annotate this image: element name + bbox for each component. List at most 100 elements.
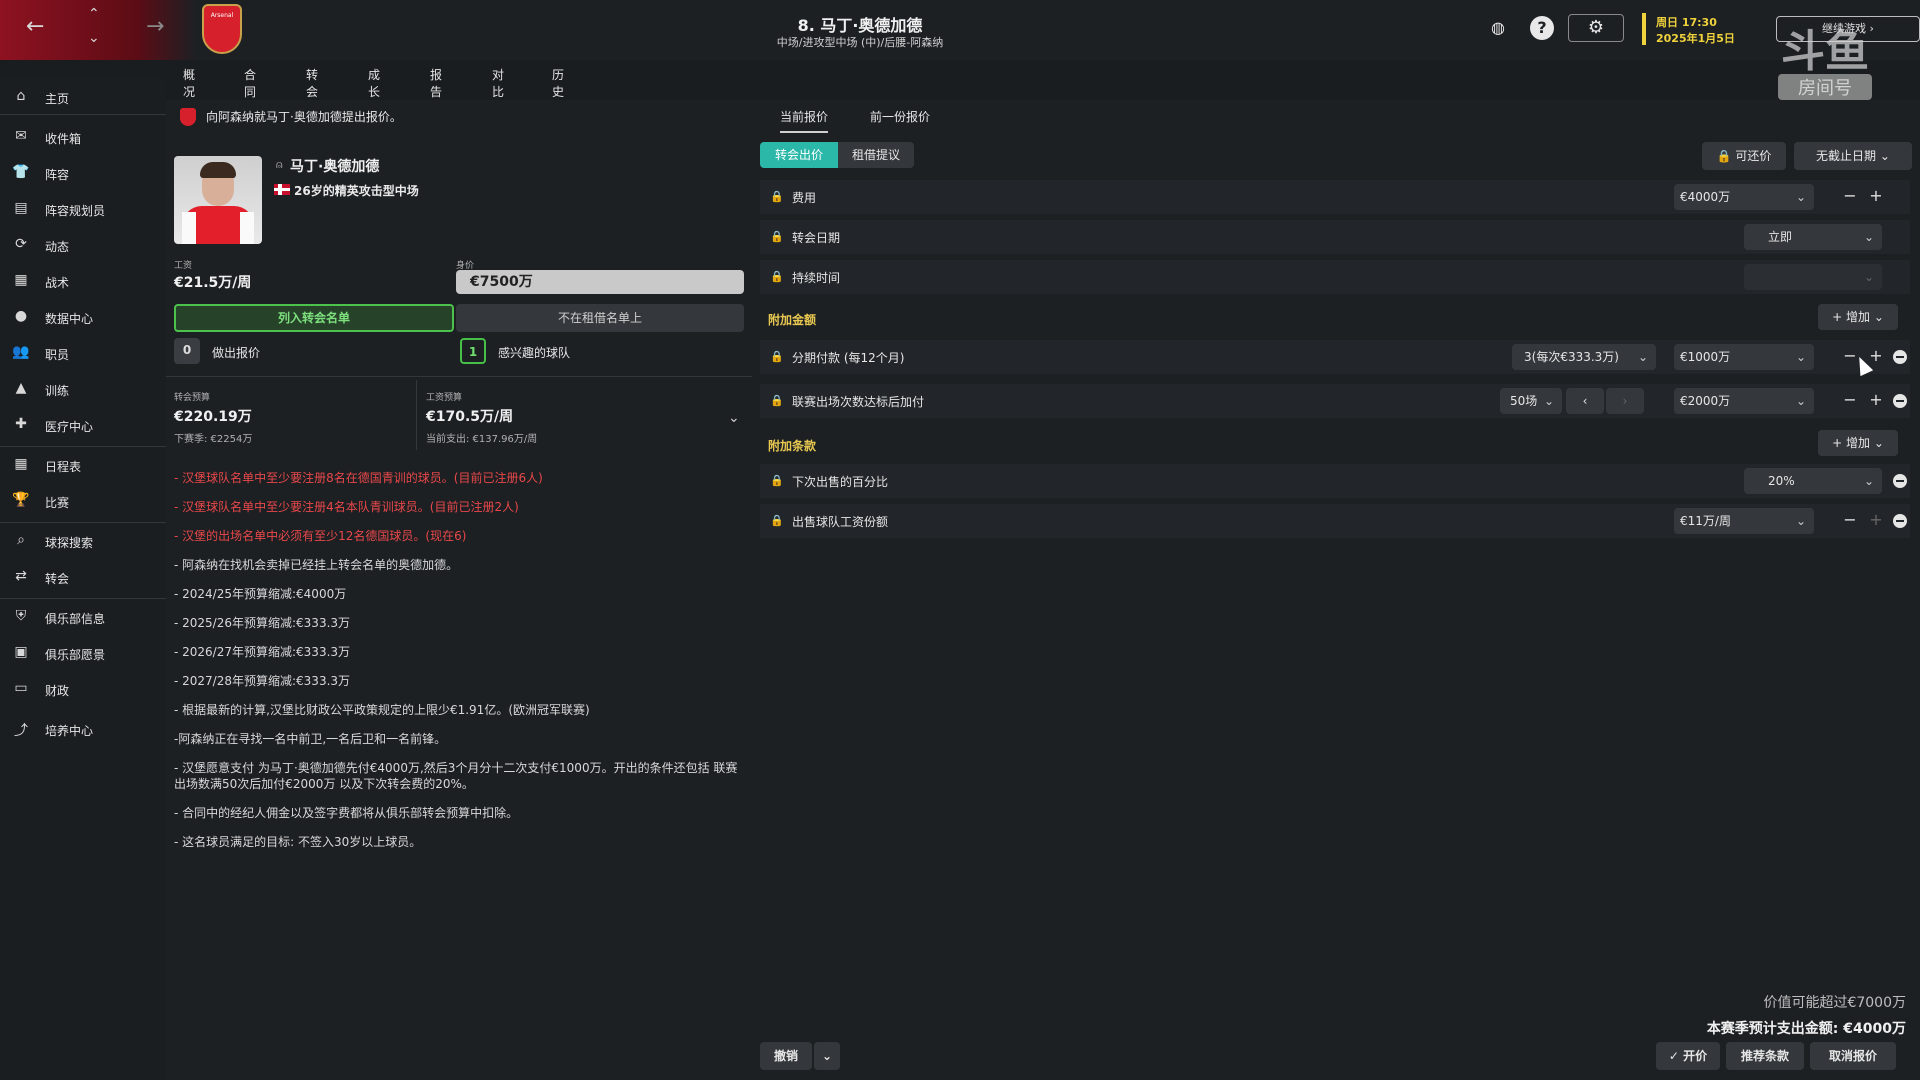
value-note: 价值可能超过€7000万 <box>1763 995 1906 1011</box>
undo-button[interactable]: 撤销 <box>760 1042 812 1070</box>
wage-share-dropdown[interactable]: €11万/周 ⌄ <box>1674 508 1814 534</box>
sell-on-label: 下次出售的百分比 <box>792 475 889 489</box>
watermark-room-label: 房间号 <box>1778 74 1872 100</box>
sidebar-item-club-info[interactable]: ⛨ 俱乐部信息 <box>0 600 166 634</box>
undo-dropdown-button[interactable]: ⌄ <box>814 1042 840 1070</box>
remove-icon[interactable] <box>1893 350 1907 364</box>
installments-count-dropdown[interactable]: 3(每次€333.3万) ⌄ <box>1512 344 1656 370</box>
interested-label[interactable]: 感兴趣的球队 <box>498 344 570 361</box>
sidebar-item-competitions[interactable]: 🏆 比赛 <box>0 484 166 518</box>
appearances-value-dropdown[interactable]: €2000万 ⌄ <box>1674 388 1814 414</box>
norway-flag-icon <box>274 184 290 195</box>
settings-gear-icon[interactable]: ⚙ <box>1568 14 1624 42</box>
installments-value-dropdown[interactable]: €1000万 ⌄ <box>1674 344 1814 370</box>
sidebar-item-tactics[interactable]: ▦ 战术 <box>0 264 166 298</box>
plus-button[interactable]: + <box>1868 390 1884 410</box>
sidebar-item-squad[interactable]: 👕 阵容 <box>0 156 166 190</box>
sidebar-item-schedule[interactable]: ▦ 日程表 <box>0 448 166 482</box>
money-icon: ▭ <box>14 680 28 696</box>
duration-label: 持续时间 <box>792 271 841 285</box>
offers-label[interactable]: 做出报价 <box>212 344 260 361</box>
next-arrow-button[interactable]: › <box>1606 388 1644 414</box>
player-value-box: €7500万 <box>456 270 744 294</box>
sidebar-item-data-hub[interactable]: ● 数据中心 <box>0 300 166 334</box>
minus-button[interactable]: − <box>1842 186 1858 206</box>
fee-dropdown[interactable]: €4000万 ⌄ <box>1674 184 1814 210</box>
lock-icon: 🔒 <box>770 270 784 283</box>
sidebar-item-medical[interactable]: ✚ 医疗中心 <box>0 408 166 442</box>
sidebar-item-squad-planner[interactable]: ▤ 阵容规划员 <box>0 192 166 226</box>
club-badge[interactable]: Arsenal <box>202 4 242 54</box>
transfer-list-button[interactable]: 列入转会名单 <box>174 304 454 332</box>
add-clause-button[interactable]: + 增加 ⌄ <box>1818 430 1898 456</box>
chevron-down-icon: ⌄ <box>1795 514 1806 528</box>
transfer-date-dropdown[interactable]: 立即 ⌄ <box>1744 224 1882 250</box>
sidebar-item-transfers[interactable]: ⇄ 转会 <box>0 560 166 594</box>
duration-dropdown[interactable]: ⌄ <box>1744 264 1882 290</box>
club-crest-icon <box>180 108 196 126</box>
appearances-label: 联赛出场次数达标后加付 <box>792 395 925 409</box>
duration-row: 🔒 持续时间 ⌄ <box>760 260 1910 294</box>
divider <box>166 376 752 377</box>
requirement-note: - 汉堡球队名单中至少要注册8名在德国青训的球员。(目前已注册6人) <box>174 471 543 485</box>
training-cone-icon: ▲ <box>15 380 27 396</box>
prev-arrow-button[interactable]: ‹ <box>1566 388 1604 414</box>
appearances-count-dropdown[interactable]: 50场 ⌄ <box>1500 388 1562 414</box>
lock-icon: 🔒 <box>770 474 784 487</box>
sidebar-item-inbox[interactable]: ✉ 收件箱 <box>0 120 166 154</box>
chevron-down-icon[interactable]: ⌄ <box>728 410 740 426</box>
chevron-up-icon[interactable]: ⌃ <box>88 6 100 22</box>
info-note: - 2026/27年预算缩减:€333.3万 <box>174 645 351 659</box>
plus-button[interactable]: + <box>1868 510 1884 530</box>
help-icon[interactable]: ? <box>1530 16 1554 40</box>
club-badge-text: Arsenal <box>210 12 234 19</box>
transfer-offer-toggle[interactable]: 转会出价 <box>760 142 838 168</box>
sidebar-item-staff[interactable]: 👥 职员 <box>0 336 166 370</box>
divider <box>0 114 166 115</box>
sell-on-dropdown[interactable]: 20% ⌄ <box>1744 468 1882 494</box>
loan-list-button[interactable]: 不在租借名单上 <box>456 304 744 332</box>
current-spend: 当前支出: €137.96万/周 <box>426 434 538 445</box>
offer-panel: 当前报价 前一份报价 转会出价 租借提议 🔒 可还价 无截止日期 ⌄ 🔒 费用 … <box>752 100 1920 1080</box>
back-arrow-icon[interactable]: ← <box>26 14 44 39</box>
sidebar-item-club-vision[interactable]: ▣ 俱乐部愿景 <box>0 636 166 670</box>
sidebar-item-dynamics[interactable]: ⟳ 动态 <box>0 228 166 262</box>
negotiable-button[interactable]: 🔒 可还价 <box>1702 142 1786 170</box>
remove-icon[interactable] <box>1893 514 1907 528</box>
plus-button[interactable]: + <box>1868 186 1884 206</box>
next-season-budget: 下赛季: €2254万 <box>174 434 253 445</box>
add-amount-button[interactable]: + 增加 ⌄ <box>1818 304 1898 330</box>
date-time: 周日 17:30 <box>1656 16 1717 29</box>
info-note: - 汉堡愿意支付 为马丁·奥德加德先付€4000万,然后3个月分十二次支付€10… <box>174 761 738 791</box>
cancel-offer-button[interactable]: 取消报价 <box>1810 1042 1896 1070</box>
chevron-down-icon: ⌄ <box>1863 474 1874 488</box>
watermark-logo: 斗鱼 <box>1781 26 1869 77</box>
suggest-terms-button[interactable]: 推荐条款 <box>1726 1042 1804 1070</box>
player-name[interactable]: 马丁·奥德加德 <box>290 156 379 176</box>
make-offer-button[interactable]: ✓ 开价 <box>1656 1042 1720 1070</box>
tab-current-offer[interactable]: 当前报价 <box>780 108 829 133</box>
season-spend-note: 本赛季预计支出金额: €4000万 <box>1706 1021 1906 1037</box>
forward-arrow-icon[interactable]: → <box>146 14 164 39</box>
plus-button[interactable]: + <box>1868 346 1884 366</box>
growth-chart-icon: ⤴ <box>14 723 28 739</box>
sidebar-item-home[interactable]: ⌂ 主页 <box>0 80 166 114</box>
tab-previous-offer[interactable]: 前一份报价 <box>870 108 930 125</box>
fee-row: 🔒 费用 €4000万 ⌄ − + <box>760 180 1910 214</box>
chevron-down-icon[interactable]: ⌄ <box>88 30 100 46</box>
sidebar-item-scouting[interactable]: ⌕ 球探搜索 <box>0 524 166 558</box>
sidebar-item-training[interactable]: ▲ 训练 <box>0 372 166 406</box>
minus-button[interactable]: − <box>1842 390 1858 410</box>
medical-bag-icon: ✚ <box>15 416 27 432</box>
deadline-dropdown[interactable]: 无截止日期 ⌄ <box>1794 142 1912 170</box>
globe-icon[interactable]: ◍ <box>1486 16 1510 40</box>
player-panel: 向阿森纳就马丁·奥德加德提出报价。 马丁·奥德加德 ⍝ 26岁的精英攻击型中场 … <box>166 100 752 1080</box>
sidebar-item-finances[interactable]: ▭ 财政 <box>0 672 166 706</box>
remove-icon[interactable] <box>1893 394 1907 408</box>
calendar-icon: ▦ <box>14 456 28 472</box>
remove-icon[interactable] <box>1893 474 1907 488</box>
sidebar-item-development-centre[interactable]: ⤴ 培养中心 <box>0 712 166 746</box>
additional-clause-title: 附加条款 <box>768 439 817 453</box>
loan-offer-toggle[interactable]: 租借提议 <box>838 142 914 168</box>
minus-button[interactable]: − <box>1842 510 1858 530</box>
